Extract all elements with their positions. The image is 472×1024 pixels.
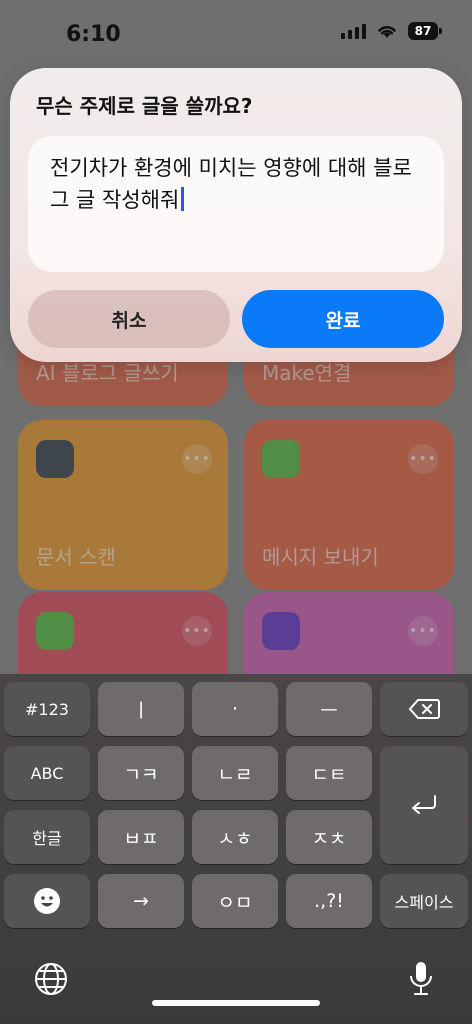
prompt-dialog: 무슨 주제로 글을 쓸까요? 전기차가 환경에 미치는 영향에 대해 블로 그 …: [10, 68, 462, 362]
key-digeut[interactable]: ㄷㅌ: [286, 746, 372, 800]
status-bar: 6:10 87: [0, 0, 472, 64]
key-vowel-dot[interactable]: ·: [192, 682, 278, 736]
key-abc[interactable]: ABC: [4, 746, 90, 800]
key-vowel-eu[interactable]: ㅡ: [286, 682, 372, 736]
key-nieun[interactable]: ㄴㄹ: [192, 746, 278, 800]
prompt-text: 전기차가 환경에 미치는 영향에 대해 블로 그 글 작성해줘: [50, 152, 426, 216]
key-delete[interactable]: [380, 682, 468, 736]
key-hangul[interactable]: 한글: [4, 810, 90, 864]
emoji-icon: [34, 888, 60, 914]
dialog-title: 무슨 주제로 글을 쓸까요?: [36, 94, 253, 118]
key-punctuation[interactable]: .,?!: [286, 874, 372, 928]
key-emoji[interactable]: [4, 874, 90, 928]
microphone-icon[interactable]: [408, 960, 434, 998]
key-bieup[interactable]: ㅂㅍ: [98, 810, 184, 864]
prompt-text-field[interactable]: 전기차가 환경에 미치는 영향에 대해 블로 그 글 작성해줘: [28, 136, 444, 272]
return-icon: [412, 795, 436, 814]
key-jieut[interactable]: ㅈㅊ: [286, 810, 372, 864]
battery-indicator: 87: [408, 22, 442, 40]
globe-icon[interactable]: [34, 962, 68, 996]
keyboard: #123 ㅣ · ㅡ ABC ㄱㅋ ㄴㄹ ㄷㅌ 한글 ㅂㅍ ㅅㅎ ㅈㅊ → ㅇㅁ…: [0, 674, 472, 1024]
key-space[interactable]: 스페이스: [380, 874, 468, 928]
cellular-signal-icon: [341, 23, 366, 39]
status-indicators: 87: [341, 22, 442, 40]
key-numbers[interactable]: #123: [4, 682, 90, 736]
text-caret: [181, 187, 185, 211]
prompt-text-line: 그 글 작성해줘: [50, 188, 180, 212]
key-ieung[interactable]: ㅇㅁ: [192, 874, 278, 928]
cancel-button[interactable]: 취소: [28, 290, 230, 348]
key-siot[interactable]: ㅅㅎ: [192, 810, 278, 864]
key-arrow-right[interactable]: →: [98, 874, 184, 928]
key-vowel-i[interactable]: ㅣ: [98, 682, 184, 736]
backspace-icon: [408, 699, 440, 719]
prompt-text-line: 전기차가 환경에 미치는 영향에 대해 블로: [50, 156, 412, 180]
done-button[interactable]: 완료: [242, 290, 444, 348]
key-giyeok[interactable]: ㄱㅋ: [98, 746, 184, 800]
home-indicator[interactable]: [152, 1000, 320, 1006]
wifi-icon: [378, 26, 396, 38]
status-time: 6:10: [66, 22, 121, 47]
key-return[interactable]: [380, 746, 468, 864]
keyboard-bottom-bar: [0, 954, 472, 1014]
